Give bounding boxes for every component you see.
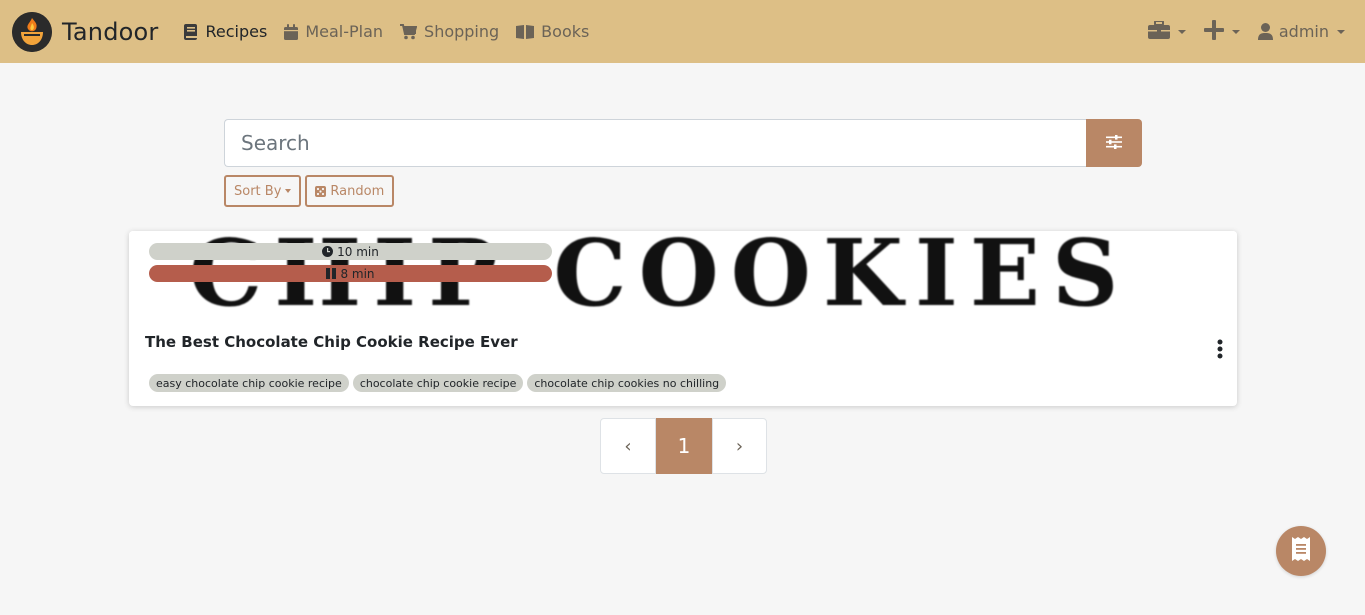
sliders-icon bbox=[1106, 134, 1122, 153]
keyword-badge[interactable]: chocolate chip cookies no chilling bbox=[527, 374, 727, 392]
nav-shopping[interactable]: Shopping bbox=[400, 22, 499, 41]
user-name: admin bbox=[1278, 22, 1329, 41]
search-bar bbox=[224, 119, 1142, 167]
add-dropdown[interactable] bbox=[1203, 19, 1240, 44]
chevron-down-icon bbox=[1231, 29, 1240, 34]
user-dropdown[interactable]: admin bbox=[1257, 22, 1345, 41]
ellipsis-vertical-icon bbox=[1217, 339, 1223, 363]
clock-icon bbox=[322, 246, 334, 257]
calendar-icon bbox=[284, 23, 299, 40]
nav-books[interactable]: Books bbox=[516, 22, 589, 41]
brand[interactable]: Tandoor bbox=[12, 11, 159, 52]
chevron-down-icon bbox=[1177, 29, 1186, 34]
dice-icon bbox=[315, 185, 327, 197]
nav-recipes[interactable]: Recipes bbox=[184, 22, 267, 41]
search-input[interactable] bbox=[224, 119, 1086, 167]
chevron-down-icon bbox=[285, 189, 292, 193]
chevron-down-icon bbox=[1337, 29, 1345, 34]
pagination: ‹ 1 › bbox=[600, 418, 767, 474]
recipe-image[interactable]: CHIP COOKIES 10 min 8 min bbox=[129, 231, 1237, 323]
working-time-value: 10 min bbox=[337, 244, 379, 259]
nav-meal-plan[interactable]: Meal-Plan bbox=[284, 22, 383, 41]
sort-by-button[interactable]: Sort By bbox=[224, 175, 302, 207]
advanced-search-button[interactable] bbox=[1086, 119, 1142, 167]
tandoor-logo-icon bbox=[12, 11, 52, 52]
random-label: Random bbox=[330, 183, 385, 199]
keyword-badge[interactable]: chocolate chip cookie recipe bbox=[352, 374, 524, 392]
working-time-badge: 10 min bbox=[149, 243, 552, 260]
recipe-context-menu[interactable] bbox=[1217, 339, 1223, 363]
next-page-button[interactable]: › bbox=[712, 418, 767, 474]
keyword-list: easy chocolate chip cookie recipe chocol… bbox=[149, 374, 730, 392]
floating-action-button[interactable] bbox=[1276, 526, 1326, 576]
waiting-time-value: 8 min bbox=[340, 266, 375, 281]
toolbox-icon bbox=[1147, 19, 1170, 43]
nav-meal-plan-label: Meal-Plan bbox=[305, 22, 384, 41]
nav-recipes-label: Recipes bbox=[205, 22, 268, 41]
open-book-icon bbox=[516, 24, 535, 40]
waiting-time-badge: 8 min bbox=[149, 265, 552, 282]
toolbox-dropdown[interactable] bbox=[1147, 19, 1186, 43]
book-icon bbox=[184, 23, 198, 40]
top-navbar: Tandoor Recipes Meal-Plan Shopping Books bbox=[0, 0, 1365, 63]
keyword-badge[interactable]: easy chocolate chip cookie recipe bbox=[149, 374, 349, 392]
nav-books-label: Books bbox=[541, 22, 590, 41]
recipe-card[interactable]: CHIP COOKIES 10 min 8 min The Best Choco… bbox=[129, 231, 1237, 406]
brand-name: Tandoor bbox=[62, 17, 159, 46]
user-icon bbox=[1257, 23, 1273, 40]
receipt-icon bbox=[1292, 537, 1310, 565]
cart-icon bbox=[400, 23, 418, 40]
nav-shopping-label: Shopping bbox=[424, 22, 500, 41]
sort-by-label: Sort By bbox=[234, 183, 282, 199]
pause-icon bbox=[326, 268, 337, 279]
plus-icon bbox=[1203, 19, 1224, 44]
random-button[interactable]: Random bbox=[305, 175, 395, 207]
prev-page-button[interactable]: ‹ bbox=[600, 418, 656, 474]
current-page-button[interactable]: 1 bbox=[656, 418, 712, 474]
recipe-title[interactable]: The Best Chocolate Chip Cookie Recipe Ev… bbox=[145, 333, 518, 351]
